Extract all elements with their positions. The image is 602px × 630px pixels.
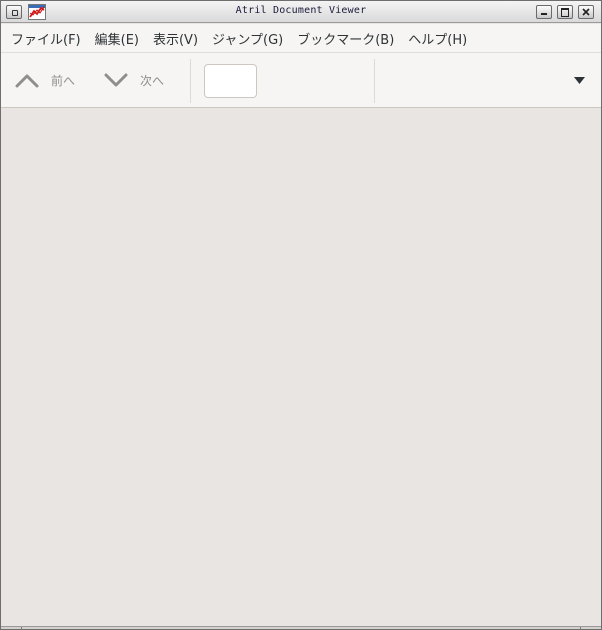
menu-help[interactable]: ヘルプ(H) — [401, 29, 474, 48]
window-bottom-border[interactable] — [1, 626, 601, 630]
triangle-down-icon — [574, 77, 585, 84]
minimize-button[interactable] — [536, 5, 552, 19]
menu-file[interactable]: ファイル(F) — [4, 29, 88, 48]
previous-page-button[interactable]: 前へ — [15, 65, 75, 95]
chevron-down-icon — [104, 73, 128, 87]
maximize-button[interactable] — [557, 5, 573, 19]
close-icon — [582, 8, 590, 16]
menu-go[interactable]: ジャンプ(G) — [205, 29, 290, 48]
document-view[interactable] — [1, 108, 601, 626]
app-window: Atril Document Viewer ファイル(F) 編集(E) 表示(V… — [0, 0, 602, 630]
menu-view[interactable]: 表示(V) — [146, 29, 205, 48]
close-button[interactable] — [578, 5, 594, 19]
toolbar-separator — [190, 59, 191, 103]
previous-page-label: 前へ — [51, 73, 76, 88]
menu-edit[interactable]: 編集(E) — [88, 29, 146, 48]
menu-bookmarks[interactable]: ブックマーク(B) — [290, 29, 401, 48]
toolbar: 前へ 次へ — [1, 53, 601, 108]
menu-bar: ファイル(F) 編集(E) 表示(V) ジャンプ(G) ブックマーク(B) ヘル… — [1, 24, 601, 53]
window-title: Atril Document Viewer — [235, 5, 367, 16]
chevron-up-icon — [15, 74, 39, 88]
next-page-button[interactable]: 次へ — [104, 65, 164, 95]
toolbar-menu-button[interactable] — [567, 71, 591, 91]
toolbar-separator — [374, 59, 375, 103]
page-number-input[interactable] — [204, 64, 257, 98]
next-page-label: 次へ — [140, 73, 165, 88]
title-bar[interactable]: Atril Document Viewer — [1, 1, 601, 23]
